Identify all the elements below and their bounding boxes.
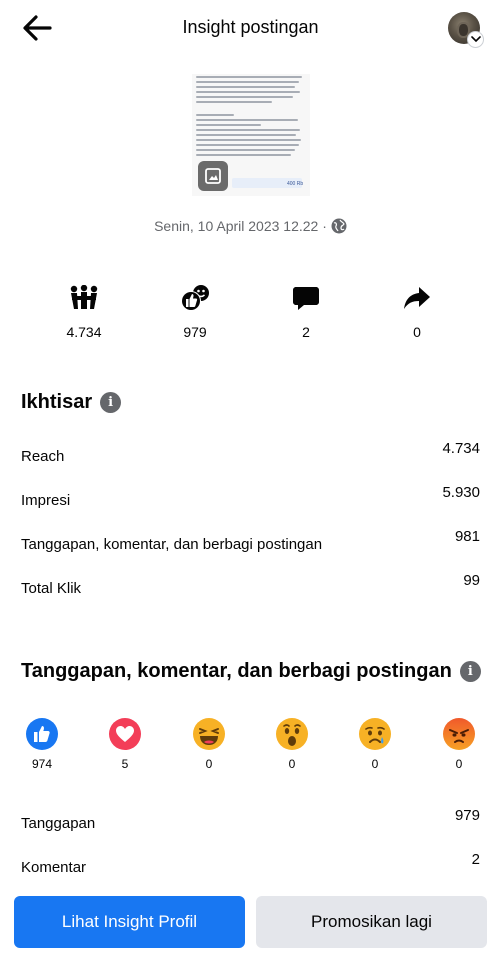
metric-label: Tanggapan (21, 815, 96, 832)
metric-value: 5.930 (442, 484, 480, 501)
metric-label: Impresi (21, 492, 71, 509)
reaction-wow: 0 (272, 718, 312, 771)
info-icon[interactable]: i (459, 661, 481, 682)
top-bar: Insight postingan (0, 0, 501, 56)
reaction-angry: 0 (439, 718, 479, 771)
engagement-title-text: Tanggapan, komentar, dan berbagi posting… (21, 660, 452, 682)
stat-reach-value: 4.734 (66, 324, 102, 340)
reaction-haha-count: 0 (205, 757, 213, 771)
reaction-love-count: 5 (121, 757, 129, 771)
heart-icon (109, 718, 141, 750)
metric-label: Tanggapan, komentar, dan berbagi posting… (21, 536, 323, 553)
metric-row: Tanggapan 979 (21, 807, 480, 837)
overview-title: Ikhtisar i (21, 391, 122, 414)
reach-icon (70, 285, 98, 309)
stat-reactions-value: 979 (183, 324, 207, 340)
reaction-love: 5 (105, 718, 145, 771)
metric-value: 99 (463, 572, 480, 589)
comment-icon (293, 287, 319, 310)
share-icon (404, 287, 430, 309)
photo-icon (198, 161, 228, 191)
post-date-text: Senin, 10 April 2023 12.22 · (154, 218, 327, 234)
page-title: Insight postingan (182, 17, 319, 37)
post-text-preview (196, 76, 304, 159)
metric-row: Impresi 5.930 (21, 484, 480, 514)
reactions-icon (181, 285, 209, 311)
promote-again-button[interactable]: Promosikan lagi (256, 896, 487, 948)
metric-row: Total Klik 99 (21, 572, 480, 602)
reaction-haha: 0 (189, 718, 229, 771)
stat-comments-value: 2 (302, 324, 310, 340)
metric-value: 981 (454, 528, 480, 545)
metric-value: 2 (471, 851, 480, 868)
globe-icon (331, 218, 347, 234)
overview-title-text: Ikhtisar (21, 391, 93, 413)
engagement-title: Tanggapan, komentar, dan berbagi posting… (21, 660, 481, 683)
info-icon[interactable]: i (100, 392, 122, 413)
reaction-sad: 0 (355, 718, 395, 771)
post-stats: 4.734 979 2 0 (0, 282, 501, 352)
view-profile-insights-button[interactable]: Lihat Insight Profil (14, 896, 245, 948)
metric-label: Total Klik (21, 580, 82, 597)
bottom-action-bar: Lihat Insight Profil Promosikan lagi (0, 888, 501, 960)
stat-comments[interactable]: 2 (276, 282, 336, 340)
metric-value: 979 (454, 807, 480, 824)
post-date: Senin, 10 April 2023 12.22 · (0, 218, 501, 234)
reaction-like: 974 (22, 718, 62, 771)
metric-label: Reach (21, 448, 65, 465)
stat-shares-value: 0 (413, 324, 421, 340)
stat-reactions[interactable]: 979 (165, 282, 225, 340)
sad-icon (359, 718, 391, 750)
post-preview-amount: 400 Rb (287, 181, 304, 187)
stat-shares[interactable]: 0 (387, 282, 447, 340)
reaction-like-count: 974 (31, 757, 53, 771)
reaction-breakdown: 974 5 0 0 0 0 (0, 718, 501, 774)
metric-label: Komentar (21, 859, 87, 876)
stat-reach[interactable]: 4.734 (54, 282, 114, 340)
metric-row: Reach 4.734 (21, 440, 480, 470)
reaction-sad-count: 0 (371, 757, 379, 771)
like-icon (26, 718, 58, 750)
wow-icon (276, 718, 308, 750)
chevron-down-icon (467, 31, 484, 48)
profile-switcher[interactable] (448, 12, 484, 48)
post-thumbnail[interactable]: 400 Rb (192, 74, 310, 196)
metric-row: Komentar 2 (21, 851, 480, 881)
angry-icon (443, 718, 475, 750)
haha-icon (193, 718, 225, 750)
metric-row: Tanggapan, komentar, dan berbagi posting… (21, 528, 480, 558)
metric-value: 4.734 (442, 440, 480, 457)
reaction-angry-count: 0 (455, 757, 463, 771)
reaction-wow-count: 0 (288, 757, 296, 771)
